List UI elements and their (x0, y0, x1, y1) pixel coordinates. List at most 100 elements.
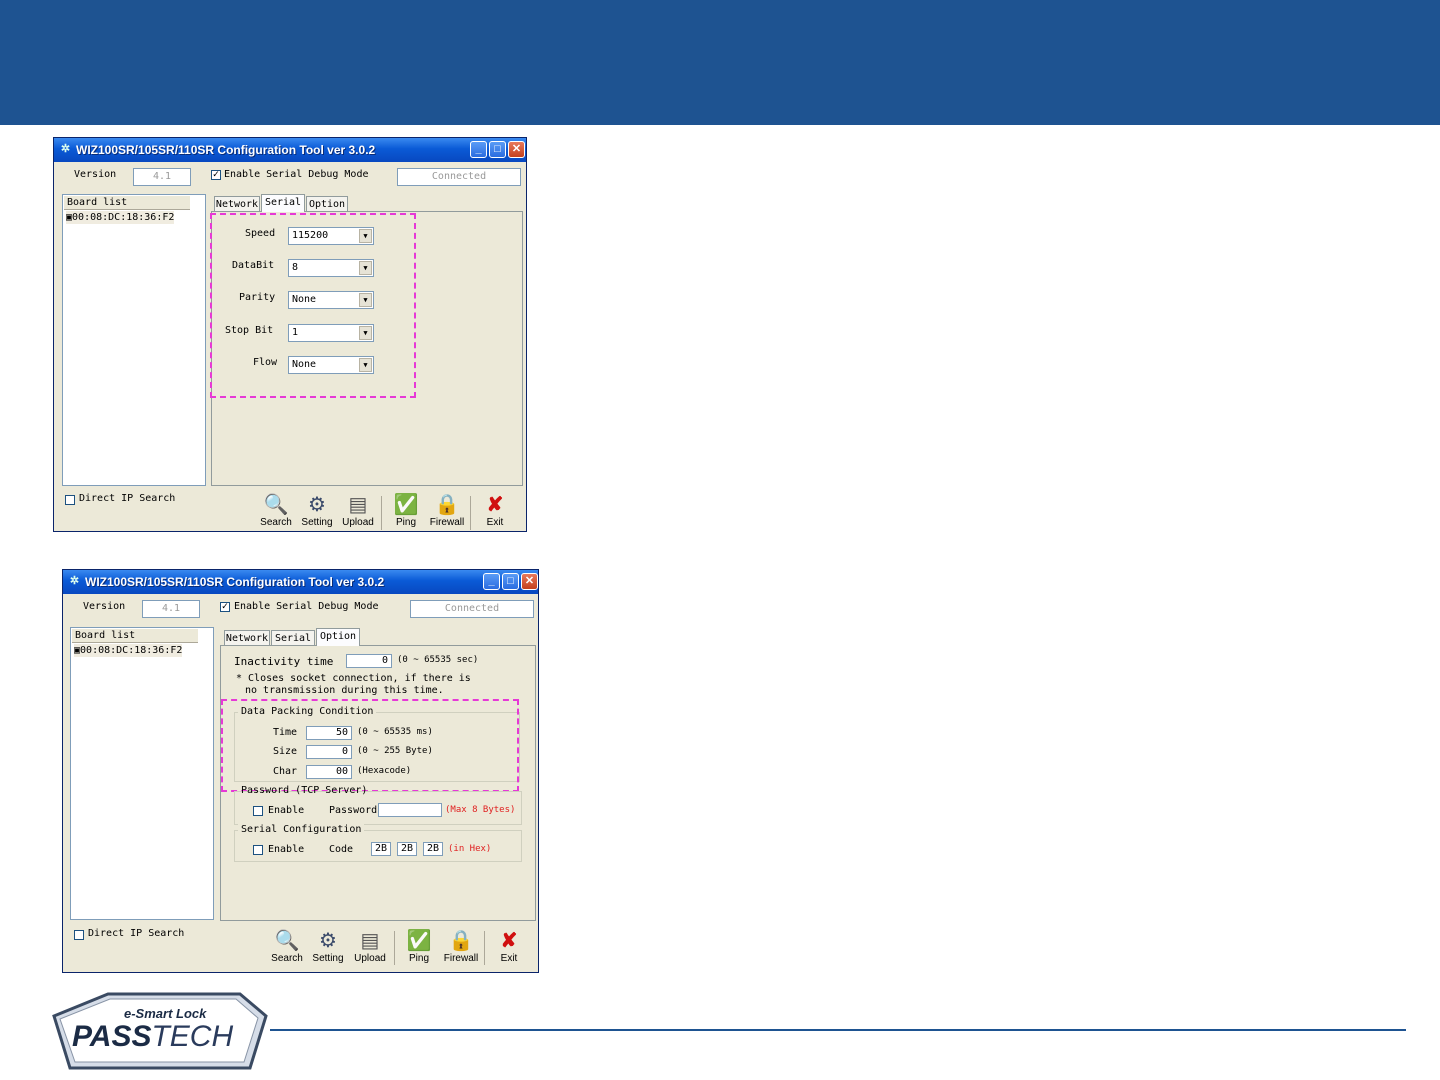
search-label: Search (271, 953, 303, 964)
minimize-button[interactable]: _ (470, 141, 487, 158)
lock-icon: 🔒 (448, 930, 474, 952)
toolbar-separator (394, 931, 395, 965)
exit-button[interactable]: ✘ Exit (475, 493, 515, 528)
upload-icon: ▤ (360, 930, 380, 952)
version-field: 4.1 (142, 600, 200, 618)
svg-text:PASSTECH: PASSTECH (72, 1020, 233, 1053)
window-title: WIZ100SR/105SR/110SR Configuration Tool … (76, 143, 376, 157)
board-list-item[interactable]: ▣00:08:DC:18:36:F2 (74, 644, 183, 657)
inactivity-label: Inactivity time (234, 655, 334, 668)
password-enable-label: Enable (268, 805, 305, 816)
setting-button[interactable]: ⚙ Setting (297, 493, 337, 528)
status-field: Connected (397, 168, 521, 186)
exit-label: Exit (486, 517, 504, 528)
tab-serial[interactable]: Serial (261, 194, 305, 212)
upload-button[interactable]: ▤ Upload (338, 493, 378, 528)
close-icon: ✕ (511, 143, 522, 155)
ping-button[interactable]: ✅ Ping (386, 493, 426, 528)
version-label: Version (83, 601, 126, 612)
exit-button[interactable]: ✘ Exit (489, 929, 529, 964)
title-bar[interactable]: ✲ WIZ100SR/105SR/110SR Configuration Too… (63, 570, 538, 594)
passtech-logo: e-Smart Lock PASSTECH (52, 992, 268, 1070)
version-field: 4.1 (133, 168, 191, 186)
minimize-button[interactable]: _ (483, 573, 500, 590)
board-list-header-label: Board list (75, 630, 136, 641)
search-button[interactable]: 🔍 Search (267, 929, 307, 964)
toolbar-separator (470, 496, 471, 530)
highlight-box-option (221, 699, 519, 792)
status-field: Connected (410, 600, 534, 618)
lock-icon: 🔒 (434, 494, 460, 516)
upload-button[interactable]: ▤ Upload (350, 929, 390, 964)
maximize-button[interactable]: □ (502, 573, 519, 590)
search-icon: 🔍 (274, 930, 300, 952)
board-list-header-label: Board list (67, 197, 128, 208)
board-mac: 00:08:DC:18:36:F2 (72, 212, 175, 223)
password-input[interactable] (378, 803, 442, 817)
inactivity-note-2: no transmission during this time. (245, 685, 444, 696)
toolbar-separator (381, 496, 382, 530)
code-input-2[interactable]: 2B (397, 842, 417, 856)
direct-ip-label: Direct IP Search (79, 493, 176, 504)
highlight-box-serial (210, 213, 416, 398)
close-button[interactable]: ✕ (508, 141, 525, 158)
firewall-button[interactable]: 🔒 Firewall (427, 493, 467, 528)
setting-icon: ⚙ (319, 930, 337, 952)
board-mac: 00:08:DC:18:36:F2 (80, 645, 183, 656)
board-list-header[interactable]: Board list (64, 196, 190, 210)
code-input-3[interactable]: 2B (423, 842, 443, 856)
setting-icon: ⚙ (308, 494, 326, 516)
tab-network[interactable]: Network (224, 630, 270, 646)
serial-config-enable-label: Enable (268, 844, 305, 855)
setting-label: Setting (301, 517, 333, 528)
tab-network[interactable]: Network (214, 196, 260, 212)
board-list[interactable]: Board list ▣00:08:DC:18:36:F2 (62, 194, 206, 486)
inactivity-note-1: * Closes socket connection, if there is (236, 673, 471, 684)
debug-checkbox[interactable]: ✓ (211, 170, 221, 180)
ping-button[interactable]: ✅ Ping (399, 929, 439, 964)
direct-ip-checkbox[interactable] (65, 495, 75, 505)
maximize-button[interactable]: □ (489, 141, 506, 158)
ping-icon: ✅ (406, 930, 432, 952)
maximize-icon: □ (507, 575, 514, 587)
direct-ip-checkbox[interactable] (74, 930, 84, 940)
toolbar-separator (484, 931, 485, 965)
firewall-button[interactable]: 🔒 Firewall (441, 929, 481, 964)
search-icon: 🔍 (263, 494, 289, 516)
inactivity-input[interactable]: 0 (346, 654, 392, 668)
config-window-serial: ✲ WIZ100SR/105SR/110SR Configuration Too… (53, 137, 527, 532)
version-label: Version (74, 169, 117, 180)
debug-label: Enable Serial Debug Mode (224, 169, 369, 180)
board-list-item[interactable]: ▣00:08:DC:18:36:F2 (66, 211, 175, 224)
exit-label: Exit (500, 953, 518, 964)
password-enable-checkbox[interactable] (253, 806, 263, 816)
board-list-header[interactable]: Board list (72, 629, 198, 643)
ping-label: Ping (395, 517, 416, 528)
inactivity-range: (0 ~ 65535 sec) (397, 655, 479, 665)
serial-config-enable-checkbox[interactable] (253, 845, 263, 855)
app-icon: ✲ (60, 143, 71, 155)
firewall-label: Firewall (443, 953, 479, 964)
tab-serial[interactable]: Serial (271, 630, 315, 646)
debug-checkbox[interactable]: ✓ (220, 602, 230, 612)
tab-option[interactable]: Option (316, 628, 360, 646)
direct-ip-label: Direct IP Search (88, 928, 185, 939)
search-button[interactable]: 🔍 Search (256, 493, 296, 528)
debug-label: Enable Serial Debug Mode (234, 601, 379, 612)
minimize-icon: _ (475, 143, 482, 155)
code-hint: (in Hex) (448, 844, 492, 854)
code-input-1[interactable]: 2B (371, 842, 391, 856)
tab-option[interactable]: Option (306, 196, 348, 212)
footer-divider (270, 1029, 1406, 1031)
close-button[interactable]: ✕ (521, 573, 538, 590)
ping-label: Ping (408, 953, 429, 964)
exit-icon: ✘ (486, 494, 504, 516)
password-title: Password (TCP Server) (241, 785, 368, 796)
setting-button[interactable]: ⚙ Setting (308, 929, 348, 964)
logo-pass: PASS (72, 1020, 151, 1053)
board-list[interactable]: Board list ▣00:08:DC:18:36:F2 (70, 627, 214, 920)
upload-label: Upload (342, 517, 374, 528)
title-bar[interactable]: ✲ WIZ100SR/105SR/110SR Configuration Too… (54, 138, 526, 162)
code-label: Code (329, 844, 354, 855)
logo-tech: TECH (151, 1020, 233, 1053)
